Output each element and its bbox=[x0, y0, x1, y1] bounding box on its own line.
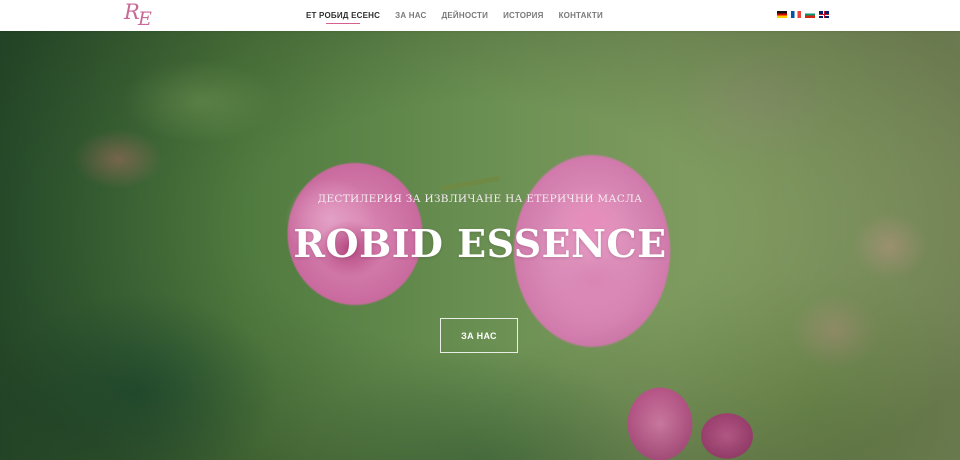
nav-item-contacts[interactable]: КОНТАКТИ bbox=[559, 0, 603, 31]
language-switcher bbox=[777, 11, 829, 18]
nav-item-activities[interactable]: ДЕЙНОСТИ bbox=[441, 0, 488, 31]
nav-item-about[interactable]: ЗА НАС bbox=[395, 0, 426, 31]
flag-gb-icon[interactable] bbox=[819, 11, 829, 18]
flag-de-icon[interactable] bbox=[777, 11, 787, 18]
logo[interactable]: R E bbox=[122, 1, 162, 30]
logo-letter-e: E bbox=[138, 8, 152, 30]
hero-subtitle: ДЕСТИЛЕРИЯ ЗА ИЗВЛИЧАНЕ НА ЕТЕРИЧНИ МАСЛ… bbox=[317, 193, 643, 205]
nav-item-company[interactable]: ЕТ РОБИД ЕСЕНС bbox=[306, 0, 380, 31]
site-header: R E ЕТ РОБИД ЕСЕНС ЗА НАС ДЕЙНОСТИ ИСТОР… bbox=[0, 0, 960, 31]
nav-item-history[interactable]: ИСТОРИЯ bbox=[503, 0, 543, 31]
flag-bg-icon[interactable] bbox=[805, 11, 815, 18]
hero-section: ДЕСТИЛЕРИЯ ЗА ИЗВЛИЧАНЕ НА ЕТЕРИЧНИ МАСЛ… bbox=[0, 31, 960, 460]
flag-fr-icon[interactable] bbox=[791, 11, 801, 18]
hero-title: ROBID ESSENCE bbox=[293, 221, 667, 266]
about-button[interactable]: ЗА НАС bbox=[440, 318, 518, 353]
main-nav: ЕТ РОБИД ЕСЕНС ЗА НАС ДЕЙНОСТИ ИСТОРИЯ К… bbox=[306, 0, 618, 31]
